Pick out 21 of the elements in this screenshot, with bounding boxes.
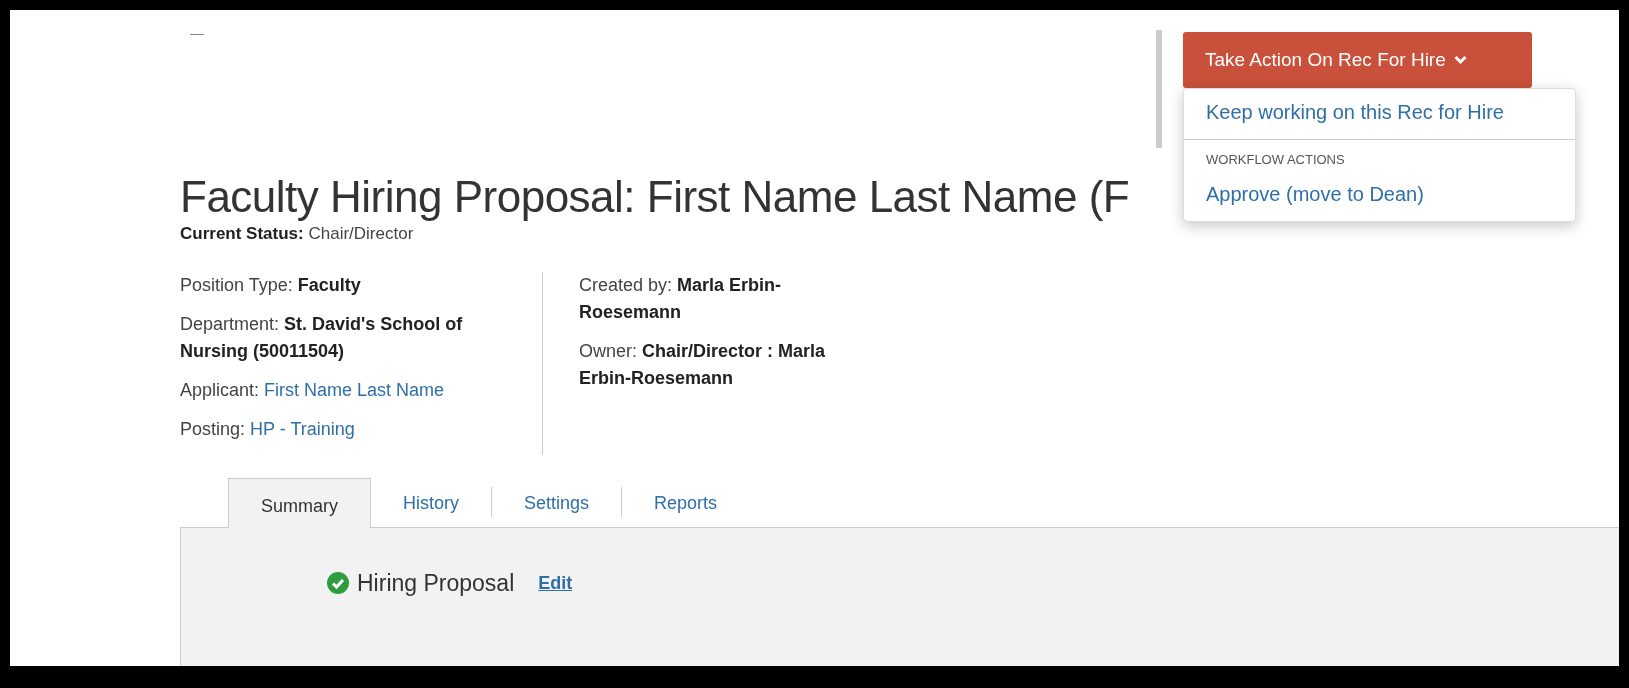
detail-text: Position Type: Faculty	[180, 274, 362, 297]
status-text: Current Status: Chair/Director	[180, 224, 415, 244]
detail-link[interactable]: HP - Training	[250, 419, 355, 439]
detail-text: Department: St. David's School of Nursing (50011504)	[180, 313, 464, 363]
tab[interactable]: Settings	[492, 479, 622, 527]
tab[interactable]: History	[371, 479, 492, 527]
detail-text: Applicant: First Name Last Name	[180, 379, 446, 402]
take-action-button[interactable]: Take Action On Rec For Hire	[1183, 32, 1532, 88]
page-title: Faculty Hiring Proposal: First Name Last Name (F	[180, 172, 1130, 222]
caret-icon	[1453, 55, 1467, 65]
detail-text: Created by: Marla Erbin-Roesemann	[579, 274, 783, 324]
tab[interactable]: Summary	[228, 478, 371, 528]
tab[interactable]: Reports	[622, 479, 750, 527]
detail-text: Owner: Chair/Director : Marla Erbin-Roesemann	[579, 340, 827, 390]
detail-link[interactable]: First Name Last Name	[264, 380, 445, 400]
edit-link[interactable]: Edit	[538, 572, 573, 594]
menu-header: WORKFLOW ACTIONS	[1184, 139, 1575, 177]
section-title: Hiring Proposal	[357, 569, 515, 597]
detail-text: Posting: HP - Training	[180, 418, 356, 441]
menu-item[interactable]: Approve (move to Dean)	[1184, 177, 1528, 211]
menu-item[interactable]: Keep working on this Rec for Hire	[1184, 95, 1528, 129]
